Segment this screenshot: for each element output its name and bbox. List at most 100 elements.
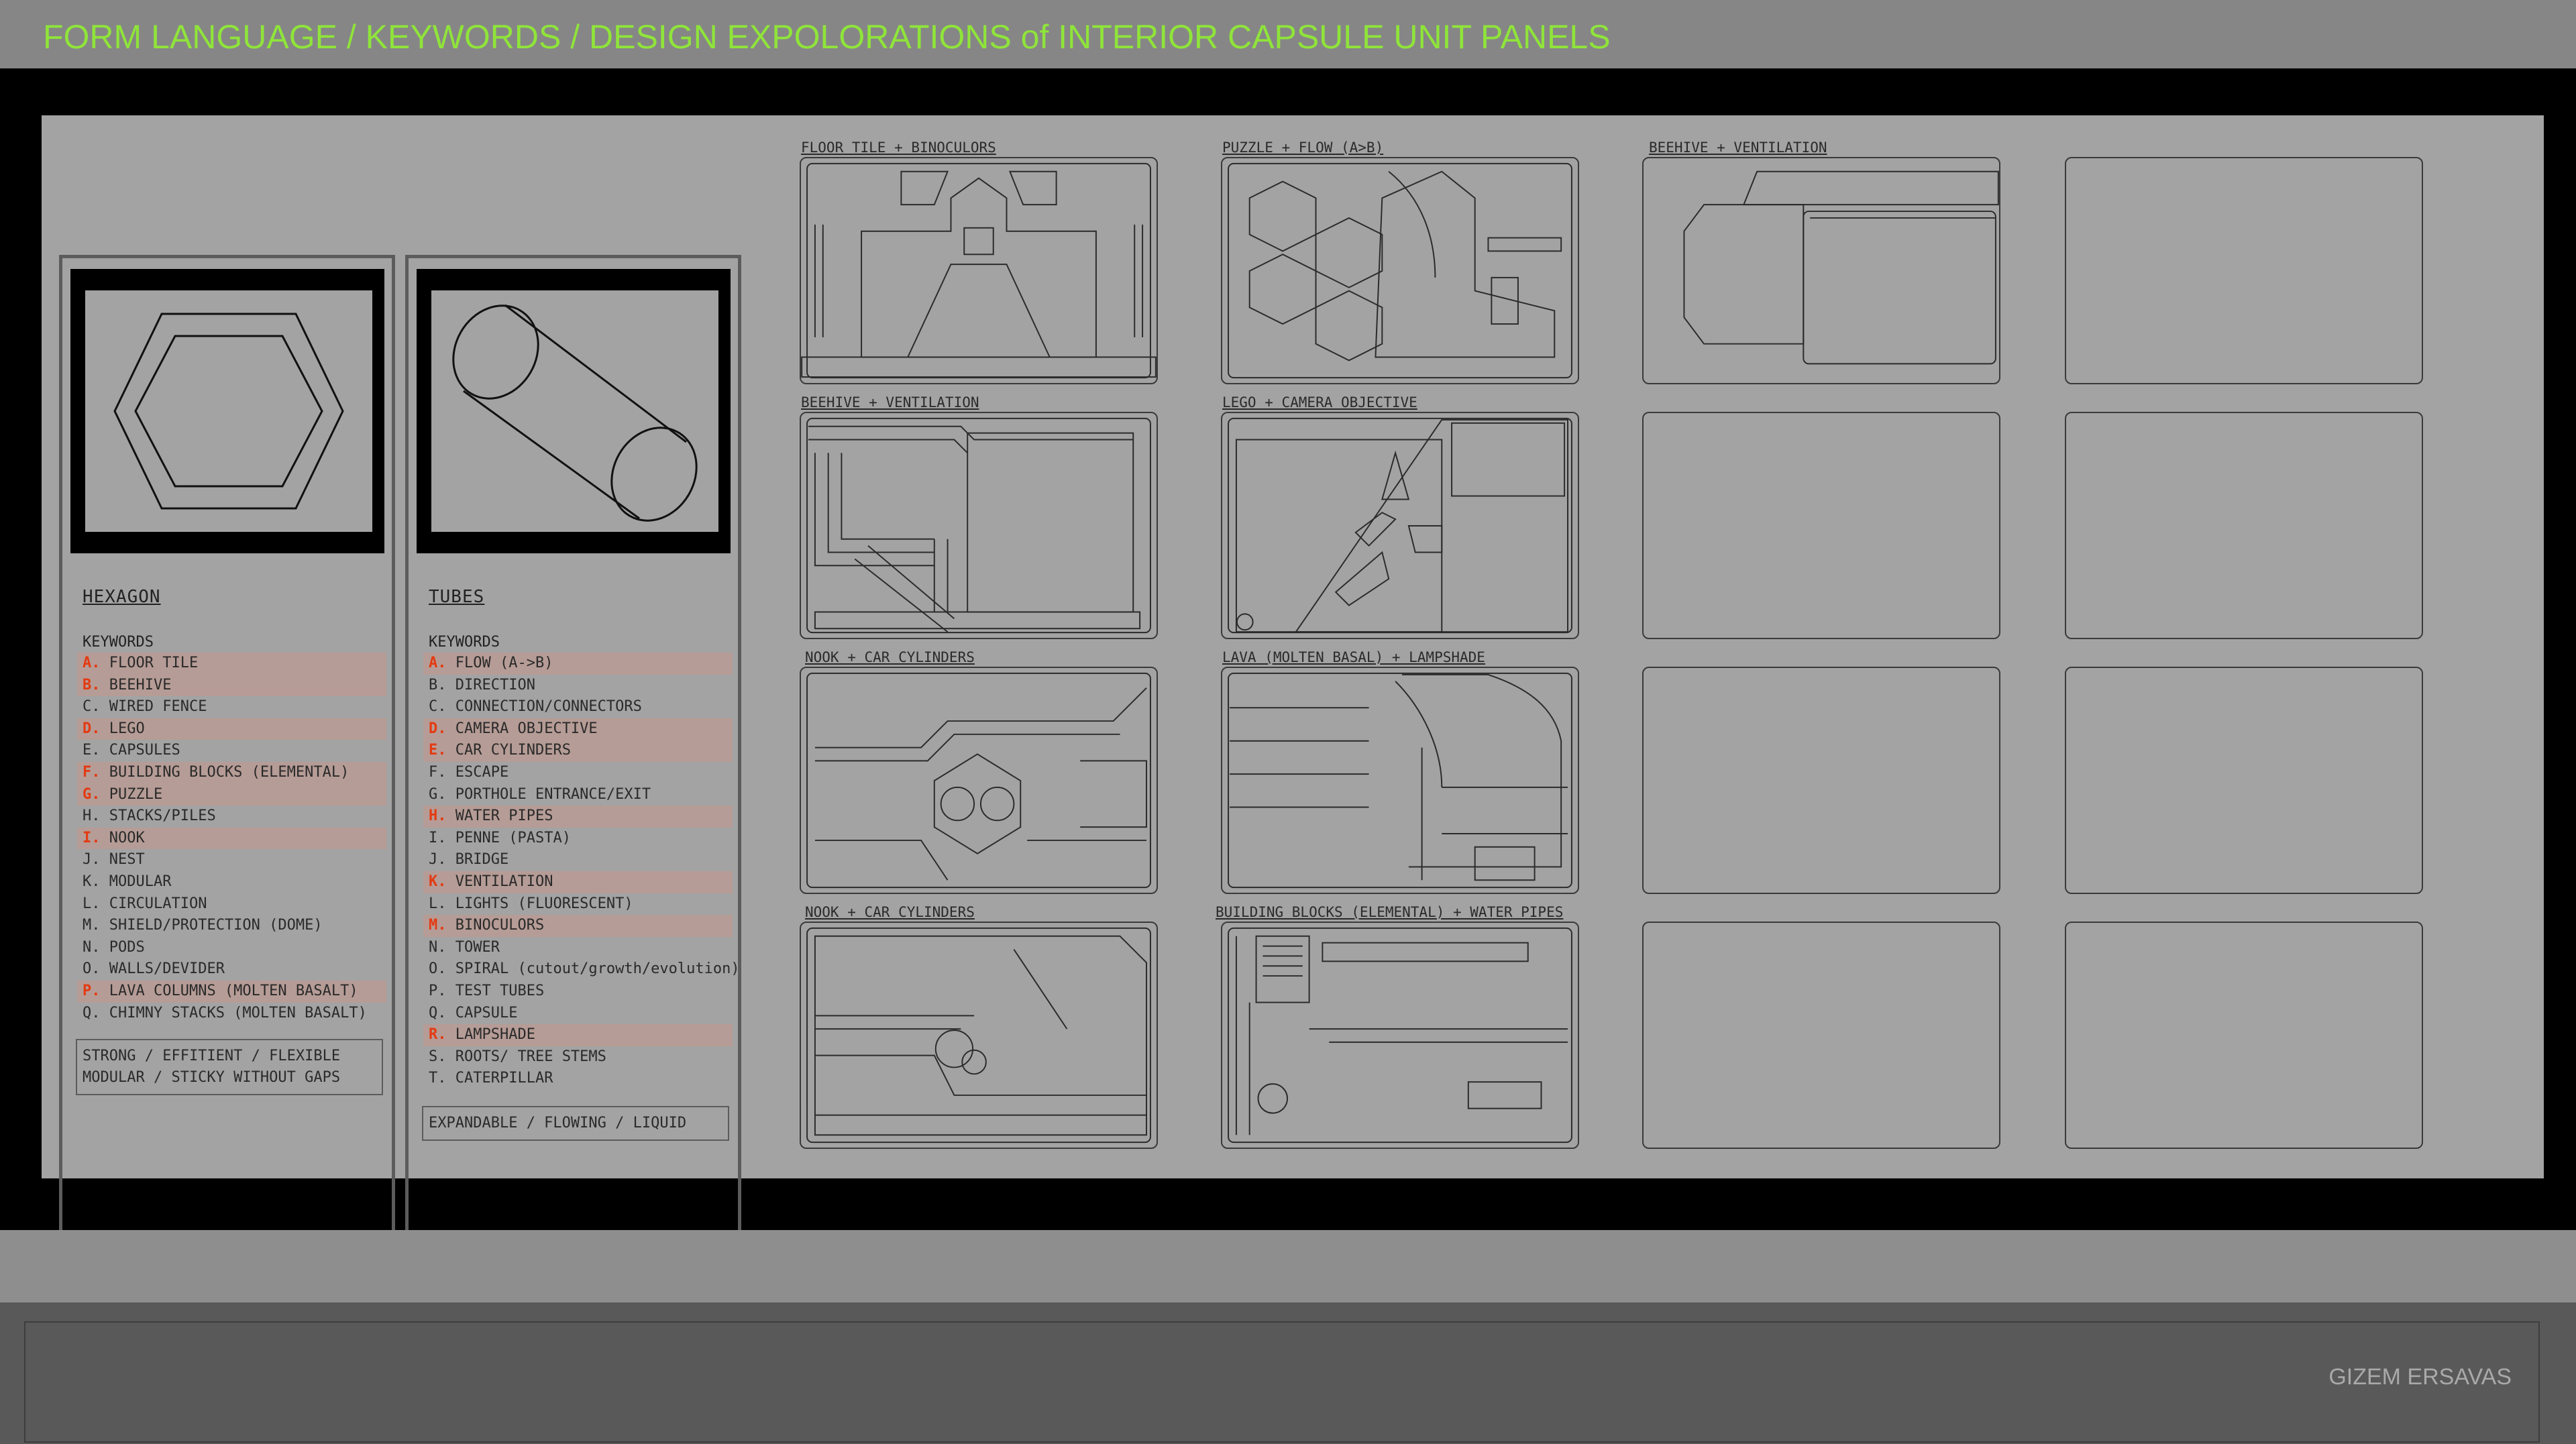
keyword-text: MODULAR (109, 873, 172, 890)
keyword-item: J. BRIDGE (423, 849, 733, 871)
panel-label: BEEHIVE + VENTILATION (801, 394, 979, 410)
keyword-letter: L. (429, 895, 447, 912)
keyword-text: LEGO (109, 720, 145, 737)
keyword-text: BINOCULORS (455, 917, 545, 934)
keyword-text: TEST TUBES (455, 982, 545, 999)
hexagon-thumbnail (70, 269, 384, 553)
summary-line: EXPANDABLE / FLOWING / LIQUID (429, 1115, 687, 1131)
keyword-letter: N. (429, 938, 447, 956)
keyword-text: CAPSULE (455, 1004, 518, 1021)
keyword-item: O. WALLS/DEVIDER (77, 958, 386, 981)
summary-line: MODULAR / STICKY WITHOUT GAPS (83, 1069, 341, 1086)
keywords-heading: KEYWORDS (429, 634, 500, 651)
keyword-letter: P. (83, 982, 101, 999)
design-panel (800, 412, 1158, 639)
keyword-item: I. PENNE (PASTA) (423, 828, 733, 850)
keyword-letter: H. (83, 808, 101, 825)
keyword-item: T. CATERPILLAR (423, 1068, 733, 1090)
keyword-letter: E. (429, 742, 447, 759)
keyword-text: NOOK (109, 829, 145, 846)
keyword-item: F. ESCAPE (423, 762, 733, 784)
design-panel (1221, 922, 1579, 1149)
keyword-item: D. CAMERA OBJECTIVE (423, 718, 733, 740)
keyword-item: A. FLOW (A->B) (423, 653, 733, 675)
keyword-list: A. FLOOR TILE B. BEEHIVE C. WIRED FENCE D. … (77, 653, 386, 1024)
keyword-text: BRIDGE (455, 851, 509, 869)
summary-box: STRONG / EFFITIENT / FLEXIBLE MODULAR / … (76, 1039, 383, 1095)
panel-label: LEGO + CAMERA OBJECTIVE (1222, 394, 1417, 410)
design-panel (1642, 157, 2000, 384)
column-title: HEXAGON (83, 587, 161, 607)
keyword-item: N. PODS (77, 937, 386, 959)
summary-line: STRONG / EFFITIENT / FLEXIBLE (83, 1048, 341, 1064)
keyword-text: ESCAPE (455, 763, 509, 781)
panel-label: PUZZLE + FLOW (A>B) (1222, 140, 1384, 156)
keyword-item: K. VENTILATION (423, 871, 733, 893)
hexagon-icon (113, 313, 344, 510)
keyword-item: M. BINOCULORS (423, 915, 733, 937)
keyword-letter: T. (429, 1070, 447, 1087)
keyword-letter: R. (429, 1026, 447, 1044)
keyword-text: NEST (109, 851, 145, 869)
design-panel (800, 667, 1158, 894)
keyword-text: CHIMNY STACKS (MOLTEN BASALT) (109, 1004, 367, 1021)
keyword-letter: J. (83, 851, 101, 869)
keyword-item: C. CONNECTION/CONNECTORS (423, 696, 733, 718)
keyword-text: BEEHIVE (109, 676, 172, 693)
footer: GIZEM ERSAVAS (0, 1302, 2576, 1444)
keyword-item: P. LAVA COLUMNS (MOLTEN BASALT) (77, 980, 386, 1003)
keyword-item: E. CAPSULES (77, 740, 386, 762)
panel-label: BUILDING BLOCKS (ELEMENTAL) + WATER PIPE… (1216, 904, 1564, 920)
keyword-item: R. LAMPSHADE (423, 1024, 733, 1046)
keyword-letter: E. (83, 742, 101, 759)
cylinder-icon (452, 304, 698, 522)
keyword-item: N. TOWER (423, 937, 733, 959)
keyword-text: PODS (109, 938, 145, 956)
keyword-text: SHIELD/PROTECTION (DOME) (109, 917, 323, 934)
keyword-letter: K. (429, 873, 447, 890)
keyword-item: E. CAR CYLINDERS (423, 740, 733, 762)
keyword-item: J. NEST (77, 849, 386, 871)
keyword-item: Q. CHIMNY STACKS (MOLTEN BASALT) (77, 1003, 386, 1025)
empty-panel (1642, 667, 2000, 894)
keyword-letter: L. (83, 895, 101, 912)
keyword-item: H. WATER PIPES (423, 806, 733, 828)
bottom-band (0, 1230, 2576, 1302)
empty-panel (1642, 922, 2000, 1149)
keyword-letter: C. (83, 698, 101, 716)
keyword-letter: O. (83, 960, 101, 978)
keyword-text: WIRED FENCE (109, 698, 207, 716)
keyword-text: FLOOR TILE (109, 655, 199, 671)
keyword-letter: F. (429, 763, 447, 781)
keyword-item: O. SPIRAL (cutout/growth/evolution) (423, 958, 740, 981)
keyword-item: S. ROOTS/ TREE STEMS (423, 1046, 733, 1068)
design-panel (1221, 667, 1579, 894)
keyword-text: PENNE (PASTA) (455, 829, 571, 846)
keyword-letter: S. (429, 1048, 447, 1065)
panel-label: BEEHIVE + VENTILATION (1649, 140, 1827, 156)
panel-label: NOOK + CAR CYLINDERS (805, 649, 975, 665)
keyword-item: L. CIRCULATION (77, 893, 386, 915)
keyword-item: P. TEST TUBES (423, 981, 733, 1003)
keyword-letter: M. (429, 917, 447, 934)
keyword-letter: G. (83, 785, 101, 803)
page-title: FORM LANGUAGE / KEYWORDS / DESIGN EXPOLO… (43, 18, 1611, 56)
keyword-text: LIGHTS (FLUORESCENT) (455, 895, 633, 912)
presentation-board: HEXAGON KEYWORDS A. FLOOR TILE B. BEEHIVE… (42, 115, 2544, 1268)
design-panel (800, 157, 1158, 384)
keyword-text: CIRCULATION (109, 895, 207, 912)
keyword-letter: I. (83, 829, 101, 846)
design-panel (1221, 157, 1579, 384)
keyword-item: H. STACKS/PILES (77, 806, 386, 828)
keyword-letter: A. (83, 655, 101, 671)
keyword-letter: B. (429, 676, 447, 693)
keyword-text: LAVA COLUMNS (MOLTEN BASALT) (109, 982, 358, 999)
summary-box: EXPANDABLE / FLOWING / LIQUID (422, 1106, 729, 1141)
keyword-text: PORTHOLE ENTRANCE/EXIT (455, 785, 651, 803)
keyword-letter: H. (429, 808, 447, 825)
panel-label: FLOOR TILE + BINOCULORS (801, 140, 996, 156)
keyword-text: DIRECTION (455, 676, 535, 693)
keyword-letter: D. (83, 720, 101, 737)
keyword-list: A. FLOW (A->B) B. DIRECTION C. CONNECTION/… (423, 653, 740, 1090)
keyword-item: B. BEEHIVE (77, 674, 386, 697)
